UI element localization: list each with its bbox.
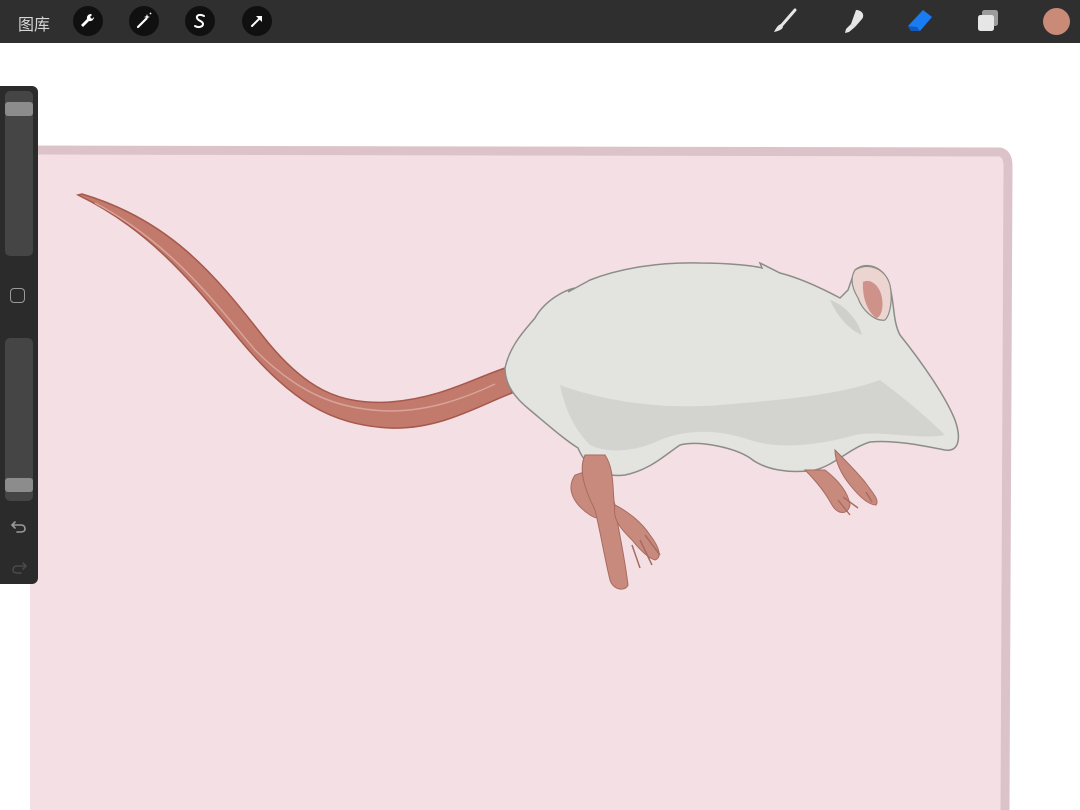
color-picker-swatch[interactable] [1043, 8, 1070, 35]
eraser-icon [908, 10, 932, 31]
brush-size-knob[interactable] [5, 101, 33, 116]
gallery-button[interactable]: 图库 [18, 11, 50, 35]
selection-button[interactable] [185, 6, 215, 36]
brush-size-slider[interactable] [5, 91, 33, 256]
top-toolbar: 图库 [0, 0, 1080, 43]
opacity-knob[interactable] [5, 478, 33, 493]
eraser-tool-button[interactable] [903, 4, 937, 38]
wrench-icon [81, 13, 95, 27]
opacity-slider[interactable] [5, 338, 33, 501]
adjustments-button[interactable] [129, 6, 159, 36]
redo-icon[interactable] [9, 557, 29, 577]
smudge-tool-button[interactable] [836, 4, 870, 38]
selection-s-icon [194, 13, 205, 29]
transform-button[interactable] [242, 6, 272, 36]
layers-icon [978, 10, 998, 31]
undo-icon[interactable] [9, 516, 29, 536]
smudge-icon [845, 10, 864, 33]
modify-button[interactable] [10, 288, 25, 303]
actions-button[interactable] [73, 6, 103, 36]
magic-wand-icon [136, 12, 152, 29]
left-sidebar [0, 86, 38, 584]
drawing-canvas[interactable] [0, 43, 1080, 810]
brush-icon [774, 8, 797, 32]
brush-tool-button[interactable] [768, 4, 802, 38]
transform-arrow-icon [251, 16, 262, 27]
layers-button[interactable] [971, 4, 1005, 38]
